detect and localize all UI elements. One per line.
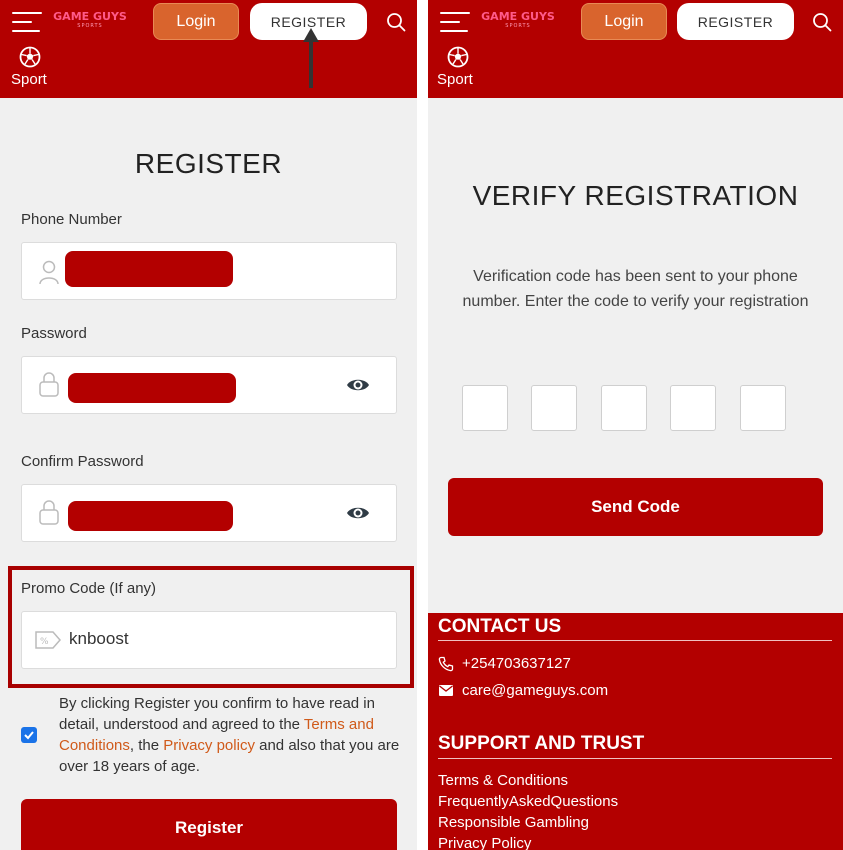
register-submit-button[interactable]: Register [21,799,397,850]
svg-text:%: % [40,637,49,647]
footer-divider [438,758,832,759]
contact-heading: CONTACT US [438,616,562,637]
site-logo[interactable]: GAME GUYS SPORTS [478,10,558,34]
terms-text: By clicking Register you confirm to have… [59,693,404,777]
promo-code-input[interactable]: % knboost [21,611,397,669]
sport-nav-label[interactable]: Sport [11,71,47,88]
register-screen: GAME GUYS SPORTS Login REGISTER Sport RE… [0,0,417,850]
phone-icon [438,656,454,671]
promo-code-value: knboost [69,629,129,648]
confirm-password-input[interactable] [21,484,397,542]
code-digit-input[interactable] [740,385,786,431]
terms-checkbox[interactable] [21,727,37,743]
footer-link-privacy[interactable]: Privacy Policy [438,835,531,850]
redacted-confirm-password [68,501,233,531]
register-title: REGISTER [134,148,283,179]
lock-icon [39,372,59,397]
sport-nav-label[interactable]: Sport [437,71,473,88]
eye-icon[interactable] [346,503,370,523]
login-button[interactable]: Login [581,3,667,40]
eye-icon[interactable] [346,375,370,395]
code-digit-input[interactable] [531,385,577,431]
hamburger-icon[interactable] [12,10,42,36]
contact-phone-text: +254703637127 [462,655,571,672]
soccer-ball-icon[interactable] [447,46,469,68]
soccer-ball-icon[interactable] [19,46,41,68]
top-header: GAME GUYS SPORTS Login REGISTER Sport [0,0,417,98]
phone-label: Phone Number [21,211,122,228]
contact-email[interactable]: care@gameguys.com [438,682,608,699]
logo-main-text: GAME GUYS [53,10,127,23]
user-icon [39,260,59,285]
privacy-link[interactable]: Privacy policy [163,737,255,754]
redacted-password [68,373,236,403]
redacted-phone [65,251,233,287]
code-digit-input[interactable] [462,385,508,431]
lock-icon [39,500,59,525]
register-submit-label: Register [174,818,244,837]
password-input[interactable] [21,356,397,414]
tag-icon: % [35,631,61,649]
arrow-up-icon [303,28,319,88]
terms-mid: , the [129,737,164,754]
login-button[interactable]: Login [153,3,239,40]
code-digit-input[interactable] [601,385,647,431]
send-code-button[interactable]: Send Code [448,478,823,536]
search-icon[interactable] [812,12,832,32]
logo-sub-text: SPORTS [505,23,531,29]
footer-divider [438,640,832,641]
support-heading: SUPPORT AND TRUST [438,733,645,754]
register-header-button[interactable]: REGISTER [677,3,794,40]
footer-link-terms[interactable]: Terms & Conditions [438,772,568,789]
verify-screen: GAME GUYS SPORTS Login REGISTER Sport VE… [428,0,843,850]
site-logo[interactable]: GAME GUYS SPORTS [50,10,130,34]
verify-title: VERIFY REGISTRATION [472,180,799,211]
phone-input[interactable] [21,242,397,300]
mail-icon [439,684,453,696]
site-footer: CONTACT US +254703637127 care@gameguys.c… [428,613,843,850]
logo-sub-text: SPORTS [77,23,103,29]
contact-phone[interactable]: +254703637127 [438,655,571,672]
logo-main-text: GAME GUYS [481,10,555,23]
top-header: GAME GUYS SPORTS Login REGISTER Sport [428,0,843,98]
code-digit-input[interactable] [670,385,716,431]
contact-email-text: care@gameguys.com [462,682,609,699]
promo-code-label: Promo Code (If any) [21,580,157,597]
footer-link-faq[interactable]: FrequentlyAskedQuestions [438,793,618,810]
confirm-password-label: Confirm Password [21,453,144,470]
search-icon[interactable] [386,12,406,32]
password-label: Password [21,325,87,342]
verify-message: Verification code has been sent to your … [462,268,809,310]
footer-link-responsible-gambling[interactable]: Responsible Gambling [438,814,589,831]
hamburger-icon[interactable] [440,10,470,36]
